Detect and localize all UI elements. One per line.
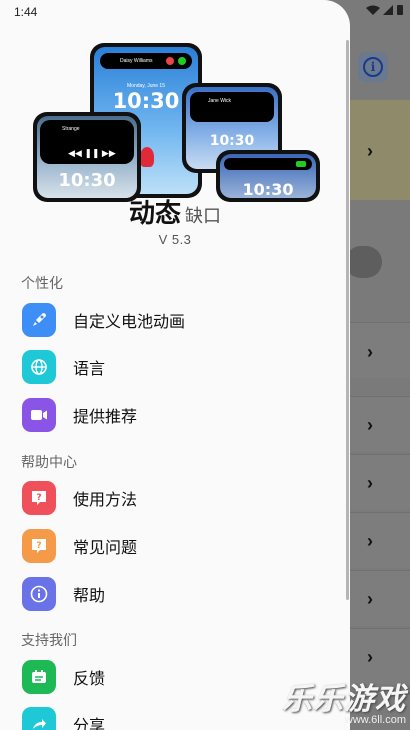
- watermark: 乐乐游戏 www.6ll.com: [282, 683, 406, 726]
- app-version: V 5.3: [158, 232, 192, 247]
- menu-item-faq[interactable]: ? 常见问题: [22, 528, 137, 564]
- question-bubble-icon: ?: [22, 481, 56, 515]
- feedback-icon: [22, 660, 56, 694]
- app-name: 动态: [128, 198, 181, 228]
- dynamic-island-charging: [224, 158, 312, 170]
- info-icon: i: [363, 57, 383, 77]
- info-icon: [22, 577, 56, 611]
- chevron-right-icon[interactable]: ›: [360, 531, 380, 551]
- hero-illustration: Daisy Williams Monday, June 15 10:30 Jan…: [30, 40, 330, 202]
- globe-icon: [22, 350, 56, 384]
- section-title-support-us: 支持我们: [21, 632, 77, 648]
- dynamic-island-call: Daisy Williams: [100, 53, 192, 69]
- menu-item-feedback[interactable]: 反馈: [22, 659, 105, 695]
- section-title-help-center: 帮助中心: [21, 454, 77, 470]
- menu-item-battery-animation[interactable]: 自定义电池动画: [22, 302, 185, 338]
- scrollbar[interactable]: [346, 40, 349, 600]
- dynamic-island-music: Strange ◀◀ ❚❚ ▶▶: [40, 120, 134, 164]
- dynamic-island-chat: Jane Wick: [190, 92, 274, 122]
- app-subtitle: 缺口: [185, 206, 221, 226]
- background-toggle[interactable]: [345, 246, 382, 278]
- chevron-right-icon[interactable]: ›: [360, 589, 380, 609]
- system-status-icons: [366, 4, 404, 16]
- signal-icon: [383, 5, 393, 15]
- navigation-drawer: 1:44 Daisy Williams Monday, June 15 10:3…: [0, 0, 350, 730]
- info-button[interactable]: i: [358, 52, 388, 82]
- svg-text:?: ?: [36, 493, 41, 503]
- status-time: 1:44: [14, 5, 38, 19]
- chevron-right-icon[interactable]: ›: [360, 141, 380, 161]
- phone-mockup: Strange ◀◀ ❚❚ ▶▶ 10:30: [33, 112, 141, 202]
- chevron-right-icon[interactable]: ›: [360, 647, 380, 667]
- app-title: 动态 缺口: [0, 193, 350, 230]
- rocket-icon: [22, 303, 56, 337]
- menu-item-share[interactable]: 分享: [22, 706, 105, 730]
- menu-item-how-to-use[interactable]: ? 使用方法: [22, 480, 137, 516]
- menu-item-language[interactable]: 语言: [22, 349, 105, 385]
- faq-bubble-icon: ?: [22, 529, 56, 563]
- chevron-right-icon[interactable]: ›: [360, 415, 380, 435]
- chevron-right-icon[interactable]: ›: [360, 342, 380, 362]
- video-camera-icon: [22, 398, 56, 432]
- section-title-personalize: 个性化: [21, 275, 63, 291]
- menu-item-help[interactable]: 帮助: [22, 576, 105, 612]
- chevron-right-icon[interactable]: ›: [360, 473, 380, 493]
- svg-text:?: ?: [36, 541, 41, 551]
- menu-item-recommend[interactable]: 提供推荐: [22, 397, 137, 433]
- wifi-icon: [366, 5, 380, 15]
- battery-icon: [397, 5, 403, 15]
- share-icon: [22, 707, 56, 730]
